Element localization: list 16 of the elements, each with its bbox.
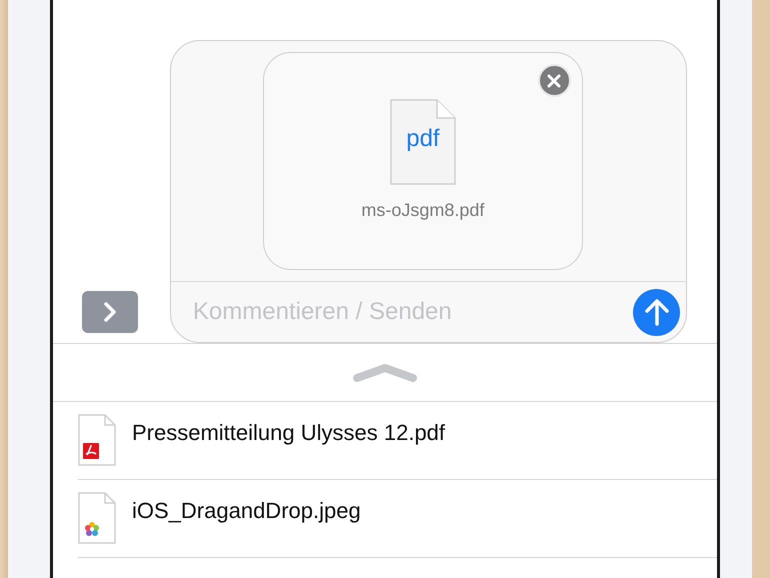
attachment-filename: ms-oJsgm8.pdf [361,198,484,222]
pull-handle-icon[interactable] [353,362,417,382]
image-file-icon [78,492,116,544]
file-row[interactable]: Pressemitteilung Ulysses 12.pdf [78,402,717,480]
chevron-right-icon [102,301,117,323]
close-icon [547,74,562,88]
close-button[interactable] [538,64,571,97]
file-row[interactable]: iOS_DragandDrop.jpeg [78,480,717,558]
expand-button[interactable] [82,291,138,333]
file-type-label: pdf [405,126,441,151]
arrow-up-icon [644,298,670,326]
file-name: iOS_DragandDrop.jpeg [132,500,361,522]
file-name: Pressemitteilung Ulysses 12.pdf [132,422,446,444]
send-button[interactable] [633,288,680,336]
pdf-file-icon [78,414,116,466]
document-icon [390,98,456,185]
